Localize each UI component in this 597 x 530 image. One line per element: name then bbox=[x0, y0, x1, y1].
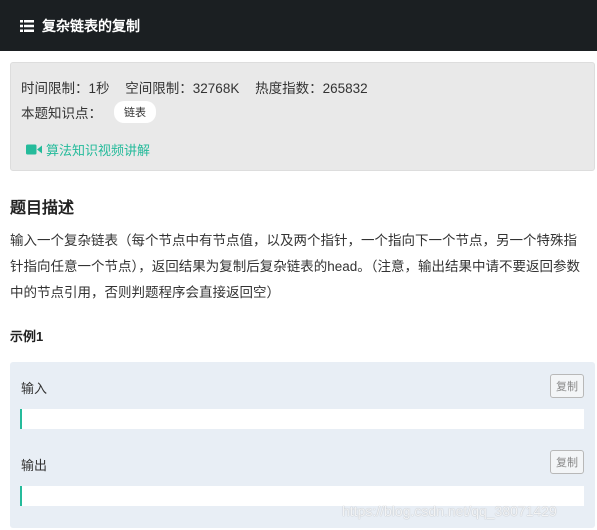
video-link[interactable]: 算法知识视频讲解 bbox=[26, 140, 150, 159]
limits-row: 时间限制：1秒 空间限制：32768K 热度指数：265832 bbox=[21, 77, 380, 97]
input-field[interactable] bbox=[20, 409, 584, 429]
output-label: 输出 bbox=[21, 458, 48, 473]
video-link-label[interactable]: 算法知识视频讲解 bbox=[46, 140, 150, 159]
knowledge-row: 本题知识点： 链表 bbox=[21, 101, 156, 123]
copy-output-button[interactable]: 复制 bbox=[550, 450, 584, 474]
page-title: 复杂链表的复制 bbox=[42, 17, 140, 34]
knowledge-label: 本题知识点： bbox=[21, 106, 102, 121]
description-heading: 题目描述 bbox=[10, 200, 75, 217]
page-header: 复杂链表的复制 bbox=[0, 0, 597, 51]
input-label: 输入 bbox=[21, 381, 48, 396]
copy-input-button[interactable]: 复制 bbox=[550, 374, 584, 398]
video-camera-icon bbox=[26, 144, 42, 155]
heat-index: 热度指数：265832 bbox=[255, 81, 368, 96]
space-limit: 空间限制：32768K bbox=[125, 81, 240, 96]
knowledge-tag[interactable]: 链表 bbox=[114, 101, 156, 123]
time-limit: 时间限制：1秒 bbox=[21, 81, 110, 96]
list-icon bbox=[20, 19, 34, 32]
problem-description: 输入一个复杂链表（每个节点中有节点值，以及两个指针，一个指向下一个节点，另一个特… bbox=[10, 233, 581, 300]
problem-info-panel: 时间限制：1秒 空间限制：32768K 热度指数：265832 本题知识点： 链… bbox=[10, 62, 595, 171]
watermark: https://blog.csdn.net/qq_38071429 bbox=[342, 503, 557, 519]
example-heading: 示例1 bbox=[10, 329, 44, 344]
